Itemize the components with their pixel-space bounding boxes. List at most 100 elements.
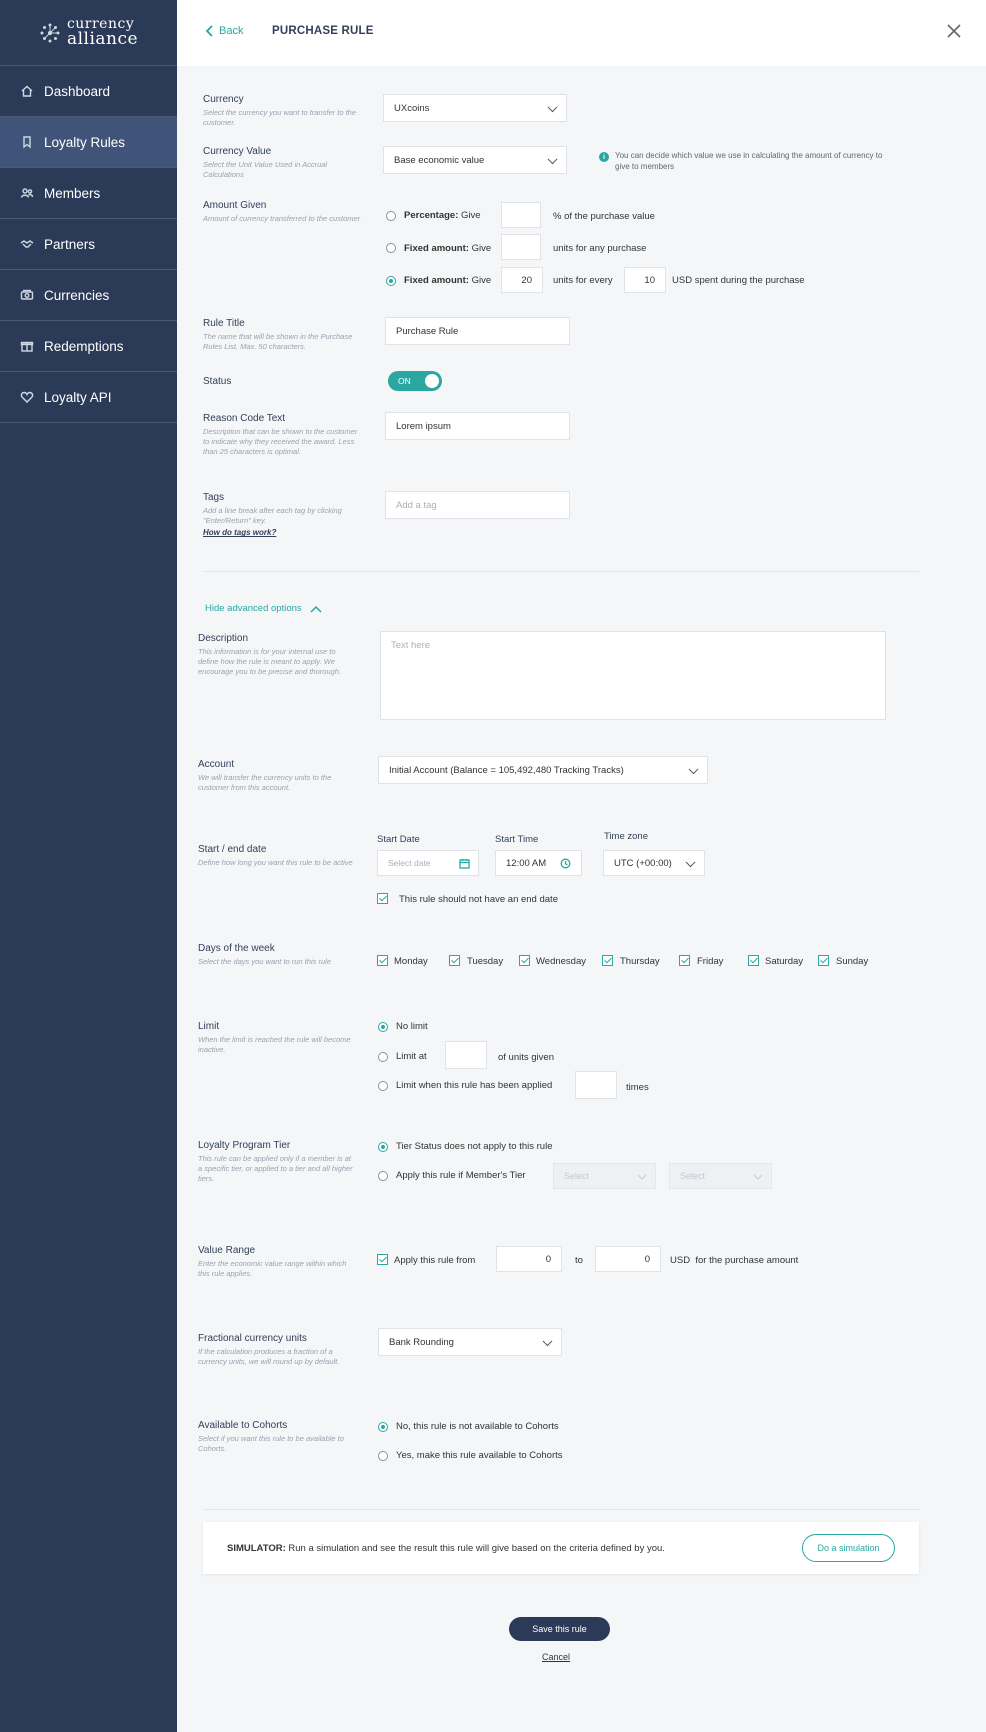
tier-none-radio[interactable] bbox=[378, 1142, 388, 1152]
info-icon: i bbox=[599, 152, 609, 162]
sidebar-item-dashboard[interactable]: Dashboard bbox=[0, 66, 177, 117]
reason-code-label-group: Reason Code Text Description that can be… bbox=[203, 413, 361, 457]
logo-mark-icon bbox=[40, 23, 60, 42]
value-to-input[interactable]: 0 bbox=[595, 1246, 661, 1272]
fixed-every-option-text: Fixed amount: Give bbox=[404, 275, 491, 286]
calendar-icon bbox=[459, 858, 470, 869]
hide-advanced-label: Hide advanced options bbox=[205, 603, 302, 614]
sidebar-item-label: Dashboard bbox=[44, 83, 111, 99]
fixed-any-input[interactable] bbox=[501, 234, 541, 260]
tier-scope-select-value: Select bbox=[680, 1171, 706, 1181]
no-end-date-checkbox[interactable] bbox=[377, 893, 388, 904]
value-from-input[interactable]: 0 bbox=[496, 1246, 562, 1272]
fractional-label: Fractional currency units bbox=[198, 1333, 307, 1344]
description-label: Description bbox=[198, 633, 249, 644]
tags-input[interactable]: Add a tag bbox=[385, 491, 570, 519]
reason-code-input[interactable]: Lorem ipsum bbox=[385, 412, 570, 440]
usd-input[interactable]: 10 bbox=[624, 267, 666, 293]
currency-value-select[interactable]: Base economic value bbox=[383, 146, 567, 174]
cohorts-no-radio[interactable] bbox=[378, 1422, 388, 1432]
tags-help: Add a line break after each tag by click… bbox=[203, 506, 342, 526]
no-end-date-label: This rule should not have an end date bbox=[399, 894, 558, 905]
days-label: Days of the week bbox=[198, 943, 275, 954]
fixed-every-radio[interactable] bbox=[386, 276, 396, 286]
monday-checkbox[interactable] bbox=[377, 955, 388, 966]
chevron-down-icon bbox=[685, 857, 696, 868]
status-toggle[interactable]: ON bbox=[388, 371, 442, 391]
tier-label-group: Loyalty Program Tier This rule can be ap… bbox=[198, 1140, 356, 1184]
percentage-input[interactable] bbox=[501, 202, 541, 228]
description-textarea[interactable]: Text here bbox=[380, 631, 886, 720]
hide-advanced-options-toggle[interactable]: Hide advanced options bbox=[205, 603, 322, 614]
sidebar-item-partners[interactable]: Partners bbox=[0, 219, 177, 270]
limit-applied-radio[interactable] bbox=[378, 1081, 388, 1091]
limit-at-radio[interactable] bbox=[378, 1052, 388, 1062]
value-range-label-group: Value Range Enter the economic value ran… bbox=[198, 1245, 356, 1279]
sidebar-item-members[interactable]: Members bbox=[0, 168, 177, 219]
section-divider bbox=[203, 571, 919, 572]
fractional-select-value: Bank Rounding bbox=[389, 1336, 454, 1348]
currency-value-label: Currency Value bbox=[203, 146, 272, 157]
sidebar-item-currencies[interactable]: Currencies bbox=[0, 270, 177, 321]
cohorts-label: Available to Cohorts bbox=[198, 1420, 288, 1431]
sidebar-item-label: Loyalty Rules bbox=[44, 134, 126, 150]
cancel-link[interactable]: Cancel bbox=[542, 1652, 570, 1662]
sidebar-item-label: Redemptions bbox=[44, 338, 124, 354]
percentage-radio[interactable] bbox=[386, 211, 396, 221]
fractional-select[interactable]: Bank Rounding bbox=[378, 1328, 562, 1356]
tier-apply-radio[interactable] bbox=[378, 1171, 388, 1181]
page-title: PURCHASE RULE bbox=[272, 25, 374, 37]
rule-title-label-group: Rule Title The name that will be shown i… bbox=[203, 318, 361, 352]
close-icon bbox=[947, 24, 961, 38]
limit-times-input[interactable] bbox=[575, 1071, 617, 1099]
limit-applied-label: Limit when this rule has been applied bbox=[396, 1080, 553, 1091]
account-label: Account bbox=[198, 759, 235, 770]
tuesday-checkbox[interactable] bbox=[449, 955, 460, 966]
close-button[interactable] bbox=[946, 23, 962, 39]
currency-select[interactable]: UXcoins bbox=[383, 94, 567, 122]
times-label: times bbox=[626, 1082, 649, 1093]
save-rule-button[interactable]: Save this rule bbox=[509, 1617, 610, 1641]
sidebar-item-loyalty-api[interactable]: Loyalty API bbox=[0, 372, 177, 423]
start-date-input[interactable]: Select date bbox=[377, 850, 479, 876]
simulator-description: Run a simulation and see the result this… bbox=[288, 1543, 665, 1554]
thursday-checkbox[interactable] bbox=[602, 955, 613, 966]
start-time-input[interactable]: 12:00 AM bbox=[495, 850, 582, 876]
limit-at-label: Limit at bbox=[396, 1051, 427, 1062]
cohorts-help: Select if you want this rule to be avail… bbox=[198, 1434, 344, 1454]
account-select[interactable]: Initial Account (Balance = 105,492,480 T… bbox=[378, 756, 708, 784]
no-limit-label: No limit bbox=[396, 1021, 428, 1032]
sunday-checkbox[interactable] bbox=[818, 955, 829, 966]
cohorts-yes-radio[interactable] bbox=[378, 1451, 388, 1461]
limit-units-input[interactable] bbox=[445, 1041, 487, 1069]
sidebar-item-loyalty-rules[interactable]: Loyalty Rules bbox=[0, 117, 177, 168]
percentage-label: Percentage: bbox=[404, 210, 459, 221]
saturday-checkbox[interactable] bbox=[748, 955, 759, 966]
fixed-any-radio[interactable] bbox=[386, 243, 396, 253]
do-simulation-button[interactable]: Do a simulation bbox=[802, 1534, 895, 1562]
logo-text-line2: alliance bbox=[66, 29, 139, 49]
clock-icon bbox=[560, 858, 571, 869]
value-range-checkbox[interactable] bbox=[377, 1254, 388, 1265]
tier-select[interactable]: Select bbox=[553, 1163, 656, 1189]
friday-checkbox[interactable] bbox=[679, 955, 690, 966]
tags-help-link[interactable]: How do tags work? bbox=[203, 528, 361, 537]
wednesday-checkbox[interactable] bbox=[519, 955, 530, 966]
fixed-label: Fixed amount: bbox=[404, 275, 469, 286]
back-link[interactable]: Back bbox=[205, 25, 243, 37]
units-input[interactable]: 20 bbox=[501, 267, 543, 293]
cohorts-no-label: No, this rule is not available to Cohort… bbox=[396, 1421, 559, 1432]
chevron-down-icon bbox=[753, 1171, 763, 1180]
timezone-select[interactable]: UTC (+00:00) bbox=[603, 850, 705, 876]
simulator-title: SIMULATOR: bbox=[227, 1543, 286, 1554]
usd-suffix: USD spent during the purchase bbox=[672, 275, 805, 286]
amount-given-label: Amount Given bbox=[203, 200, 267, 211]
rule-title-input[interactable]: Purchase Rule bbox=[385, 317, 570, 345]
of-units-label: of units given bbox=[498, 1052, 554, 1063]
page-header: Back PURCHASE RULE bbox=[177, 0, 986, 66]
description-label-group: Description This information is for your… bbox=[198, 633, 356, 677]
logo[interactable]: currency alliance bbox=[0, 0, 177, 66]
sidebar-item-redemptions[interactable]: Redemptions bbox=[0, 321, 177, 372]
no-limit-radio[interactable] bbox=[378, 1022, 388, 1032]
tier-scope-select[interactable]: Select bbox=[669, 1163, 772, 1189]
